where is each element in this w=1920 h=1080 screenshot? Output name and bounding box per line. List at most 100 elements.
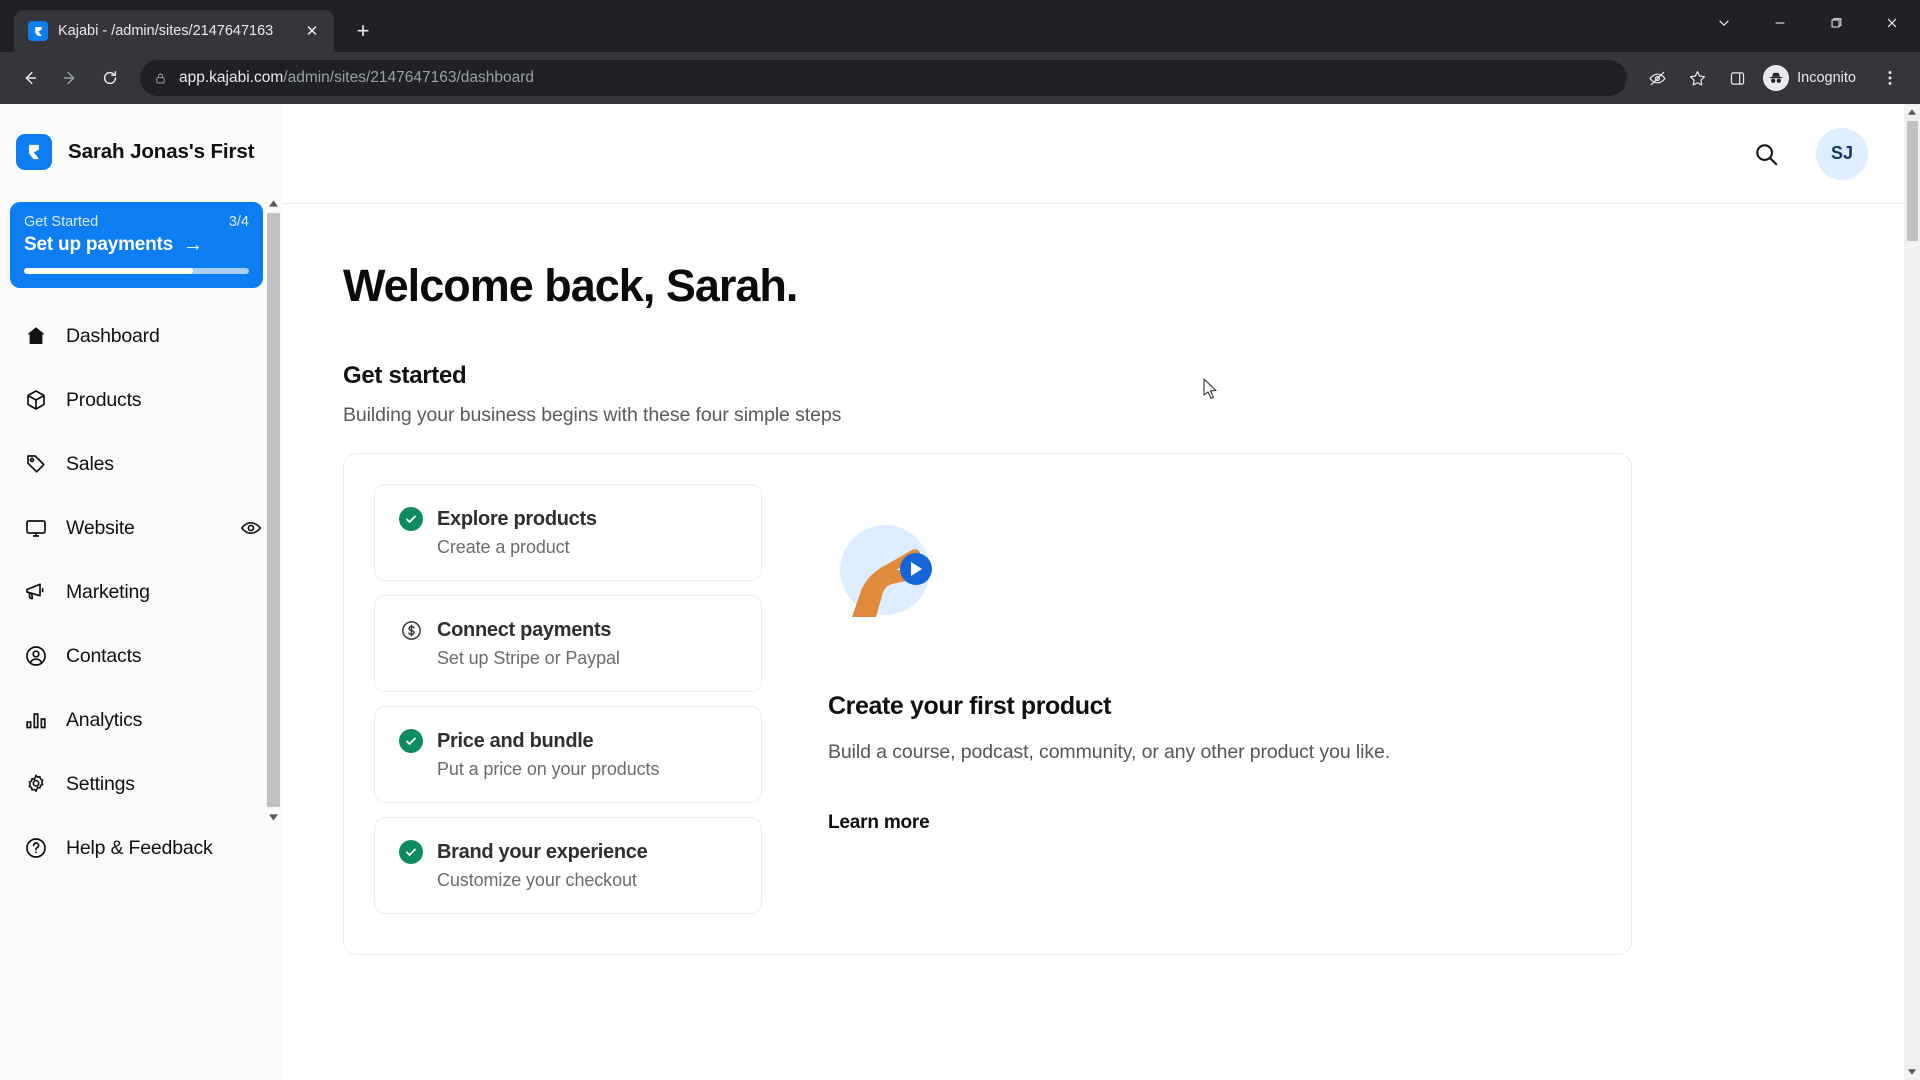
progress-fill — [24, 268, 193, 274]
promo-body: Build a course, podcast, community, or a… — [828, 741, 1391, 763]
three-dot-menu-icon[interactable] — [1872, 60, 1908, 96]
step-title: Brand your experience — [437, 840, 648, 863]
sidebar-item-label: Dashboard — [66, 324, 160, 347]
page-viewport: Sarah Jonas's First Get Started 3/4 Set … — [0, 104, 1920, 1080]
step-subtitle: Set up Stripe or Paypal — [437, 648, 620, 668]
scroll-up-icon[interactable] — [1904, 104, 1920, 120]
cube-icon — [23, 387, 49, 413]
sidebar-nav: Dashboard Products Sales Website Marketi… — [0, 304, 283, 880]
get-started-panel: Explore products Create a product Connec… — [343, 453, 1632, 955]
step-card[interactable]: Price and bundle Put a price on your pro… — [374, 706, 762, 803]
sidebar-item-label: Website — [66, 516, 135, 539]
step-card[interactable]: Explore products Create a product — [374, 484, 762, 581]
main-content: SJ Welcome back, Sarah. Get started Buil… — [283, 104, 1920, 1080]
search-icon[interactable] — [1746, 134, 1786, 174]
section-subtitle: Building your business begins with these… — [343, 404, 842, 426]
hand-holding-play-button-icon — [828, 512, 948, 632]
sidebar-item-analytics[interactable]: Analytics — [0, 688, 283, 752]
eye-icon[interactable] — [239, 516, 263, 540]
star-icon[interactable] — [1679, 60, 1715, 96]
home-icon — [23, 323, 49, 349]
arrow-right-icon: → — [183, 234, 203, 256]
address-bar-text: app.kajabi.com/admin/sites/2147647163/da… — [179, 69, 534, 87]
sidebar-scrollbar[interactable] — [263, 194, 283, 826]
sidebar-item-contacts[interactable]: Contacts — [0, 624, 283, 688]
browser-window: Kajabi - /admin/sites/2147647163 ✕ + app… — [0, 0, 1920, 1080]
get-started-row: Get Started 3/4 — [24, 214, 249, 230]
sidebar-item-label: Settings — [66, 772, 135, 795]
promo-heading: Create your first product — [828, 692, 1112, 720]
sidebar-item-label: Help & Feedback — [66, 836, 213, 859]
step-card[interactable]: Connect payments Set up Stripe or Paypal — [374, 595, 762, 692]
url-path: /admin/sites/2147647163/dashboard — [283, 69, 535, 86]
avatar[interactable]: SJ — [1816, 127, 1868, 180]
incognito-icon — [1763, 65, 1790, 91]
tab-title: Kajabi - /admin/sites/2147647163 — [58, 23, 274, 39]
step-header: Brand your experience — [399, 840, 741, 864]
window-controls — [1696, 0, 1920, 46]
sidebar-item-dashboard[interactable]: Dashboard — [0, 304, 283, 368]
sidebar-item-label: Contacts — [66, 644, 142, 667]
learn-more-link[interactable]: Learn more — [828, 812, 1591, 834]
step-header: Connect payments — [399, 618, 741, 642]
section-title: Get started — [343, 362, 467, 389]
user-circle-icon — [23, 643, 49, 669]
tab-strip: Kajabi - /admin/sites/2147647163 ✕ + — [0, 0, 1920, 52]
steps-list: Explore products Create a product Connec… — [344, 484, 772, 914]
sidebar: Sarah Jonas's First Get Started 3/4 Set … — [0, 104, 283, 1080]
address-bar[interactable]: app.kajabi.com/admin/sites/2147647163/da… — [140, 60, 1628, 96]
close-tab-icon[interactable]: ✕ — [300, 19, 324, 43]
eye-slash-icon[interactable] — [1639, 60, 1675, 96]
sidebar-item-label: Marketing — [66, 580, 150, 603]
tab-search-icon[interactable] — [1696, 0, 1752, 46]
step-header: Explore products — [399, 507, 741, 531]
incognito-label: Incognito — [1797, 70, 1856, 86]
page-scrollbar[interactable] — [1904, 104, 1920, 1080]
scroll-down-icon[interactable] — [263, 808, 283, 826]
dollar-circle-icon — [399, 618, 423, 642]
forward-button[interactable] — [52, 60, 88, 96]
sidebar-item-marketing[interactable]: Marketing — [0, 560, 283, 624]
side-panel-icon[interactable] — [1719, 60, 1755, 96]
page-title: Welcome back, Sarah. — [343, 260, 798, 311]
avatar-initials: SJ — [1830, 143, 1854, 163]
sidebar-item-settings[interactable]: Settings — [0, 752, 283, 816]
get-started-action[interactable]: Set up payments → — [24, 234, 249, 256]
get-started-card[interactable]: Get Started 3/4 Set up payments → — [10, 202, 263, 288]
lock-icon — [154, 72, 167, 85]
url-host: app.kajabi.com — [179, 69, 284, 86]
step-subtitle: Create a product — [437, 537, 570, 557]
maximize-button[interactable] — [1808, 0, 1864, 46]
sidebar-item-label: Analytics — [66, 708, 143, 731]
monitor-icon — [23, 515, 49, 541]
get-started-counter: 3/4 — [228, 214, 249, 230]
scrollbar-thumb[interactable] — [266, 213, 280, 807]
kajabi-logo-icon — [16, 134, 52, 170]
brand-name: Sarah Jonas's First — [68, 140, 255, 163]
new-tab-button[interactable]: + — [346, 14, 380, 48]
sidebar-item-help-feedback[interactable]: Help & Feedback — [0, 816, 283, 880]
sidebar-item-products[interactable]: Products — [0, 368, 283, 432]
promo-panel: Create your first product Build a course… — [772, 484, 1631, 914]
browser-tab[interactable]: Kajabi - /admin/sites/2147647163 ✕ — [14, 10, 334, 52]
step-subtitle: Put a price on your products — [437, 759, 660, 779]
check-circle-icon — [399, 507, 423, 531]
megaphone-icon — [23, 579, 49, 605]
brand-header[interactable]: Sarah Jonas's First — [0, 104, 283, 176]
sidebar-item-sales[interactable]: Sales — [0, 432, 283, 496]
minimize-button[interactable] — [1752, 0, 1808, 46]
question-circle-icon — [23, 835, 49, 861]
incognito-indicator[interactable]: Incognito — [1759, 62, 1868, 94]
sidebar-item-website[interactable]: Website — [0, 496, 283, 560]
close-window-button[interactable] — [1864, 0, 1920, 46]
sidebar-item-label: Sales — [66, 452, 114, 475]
scroll-up-icon[interactable] — [263, 194, 283, 212]
scrollbar-thumb[interactable] — [1906, 121, 1918, 241]
tag-icon — [23, 451, 49, 477]
step-card[interactable]: Brand your experience Customize your che… — [374, 817, 762, 914]
scroll-down-icon[interactable] — [1904, 1064, 1920, 1080]
step-header: Price and bundle — [399, 729, 741, 753]
back-button[interactable] — [12, 60, 48, 96]
reload-button[interactable] — [92, 60, 128, 96]
sidebar-item-label: Products — [66, 388, 142, 411]
